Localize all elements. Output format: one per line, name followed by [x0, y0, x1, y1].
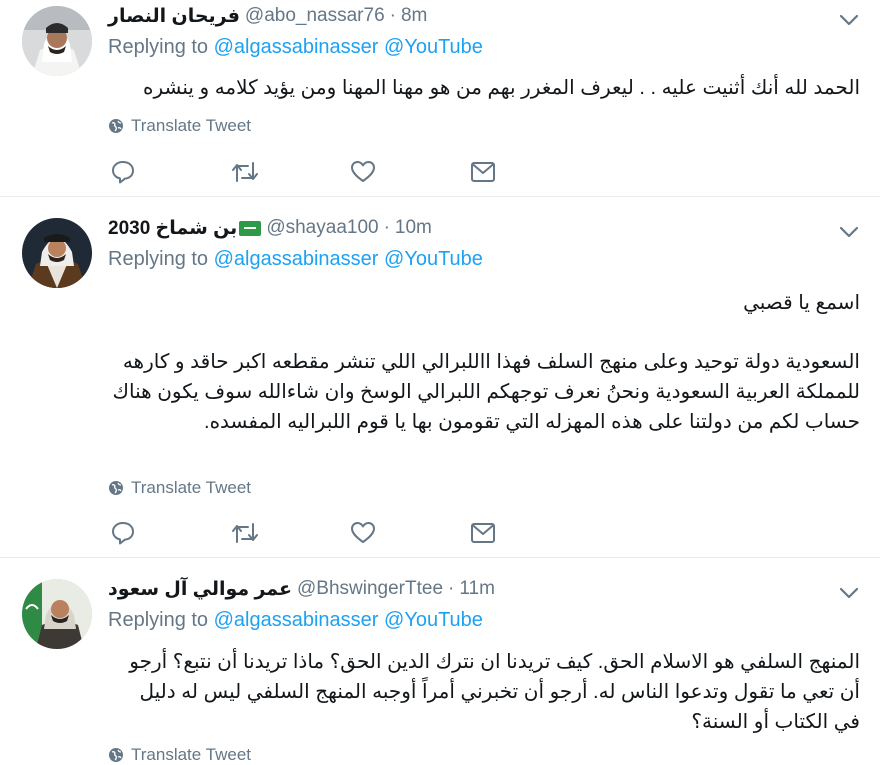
- username[interactable]: @shayaa100: [266, 217, 378, 239]
- timestamp[interactable]: 8m: [401, 5, 427, 27]
- username[interactable]: @BhswingerTtee: [297, 578, 443, 600]
- retweet-button[interactable]: [230, 519, 350, 547]
- mail-icon: [470, 522, 496, 544]
- mention-link[interactable]: @algassabinasser: [214, 36, 379, 58]
- tweet-header: فريحان النصار @abo_nassar76 · 8m: [108, 3, 427, 29]
- username[interactable]: @abo_nassar76: [245, 5, 385, 27]
- replying-to: Replying to @algassabinasser @YouTube: [108, 248, 483, 271]
- replying-to-label: Replying to: [108, 248, 209, 270]
- display-name[interactable]: عمر موالي آل سعود: [108, 578, 292, 601]
- timestamp[interactable]: 10m: [395, 217, 432, 239]
- like-button[interactable]: [350, 519, 470, 547]
- mention-link[interactable]: @YouTube: [384, 248, 483, 270]
- translate-tweet-label: Translate Tweet: [131, 478, 252, 497]
- globe-icon: [108, 118, 124, 134]
- avatar[interactable]: [22, 579, 92, 649]
- avatar[interactable]: [22, 218, 92, 288]
- mention-link[interactable]: @algassabinasser: [214, 609, 379, 631]
- replying-to: Replying to @algassabinasser @YouTube: [108, 609, 483, 632]
- globe-icon: [108, 747, 124, 763]
- chevron-down-icon[interactable]: [838, 224, 860, 240]
- reply-icon: [110, 520, 136, 546]
- tweet[interactable]: بن شماخ 2030 @shayaa100 · 10m Replying t…: [0, 212, 880, 558]
- translate-tweet-link[interactable]: Translate Tweet: [108, 745, 251, 765]
- translate-tweet-label: Translate Tweet: [131, 116, 252, 135]
- display-name[interactable]: فريحان النصار: [108, 5, 240, 28]
- separator: ·: [448, 578, 455, 599]
- reply-button[interactable]: [110, 158, 230, 186]
- timestamp[interactable]: 11m: [459, 578, 495, 600]
- avatar[interactable]: [22, 6, 92, 76]
- retweet-button[interactable]: [230, 158, 350, 186]
- heart-icon: [350, 520, 376, 546]
- tweet[interactable]: فريحان النصار @abo_nassar76 · 8m Replyin…: [0, 0, 880, 197]
- tweet-text: المنهج السلفي هو الاسلام الحق. كيف تريدن…: [129, 651, 860, 733]
- retweet-icon: [230, 520, 260, 546]
- mention-link[interactable]: @algassabinasser: [214, 248, 379, 270]
- tweet-header: عمر موالي آل سعود @BhswingerTtee · 11m: [108, 576, 495, 602]
- separator: ·: [383, 217, 390, 238]
- translate-tweet-label: Translate Tweet: [131, 745, 252, 764]
- reply-icon: [110, 159, 136, 185]
- tweet-header: بن شماخ 2030 @shayaa100 · 10m: [108, 215, 432, 241]
- display-name[interactable]: بن شماخ 2030: [108, 217, 237, 240]
- separator: ·: [389, 5, 396, 26]
- retweet-icon: [230, 159, 260, 185]
- translate-tweet-link[interactable]: Translate Tweet: [108, 478, 251, 498]
- direct-message-button[interactable]: [470, 158, 590, 186]
- tweet[interactable]: عمر موالي آل سعود @BhswingerTtee · 11m R…: [0, 573, 880, 764]
- saudi-flag-icon: [239, 220, 262, 236]
- translate-tweet-link[interactable]: Translate Tweet: [108, 116, 251, 136]
- tweet-text: اسمع يا قصبي: [743, 292, 860, 314]
- tweet-actions: [110, 158, 590, 186]
- chevron-down-icon[interactable]: [838, 585, 860, 601]
- mention-link[interactable]: @YouTube: [384, 609, 483, 631]
- replying-to-label: Replying to: [108, 36, 209, 58]
- direct-message-button[interactable]: [470, 519, 590, 547]
- replying-to: Replying to @algassabinasser @YouTube: [108, 36, 483, 59]
- globe-icon: [108, 480, 124, 496]
- mention-link[interactable]: @YouTube: [384, 36, 483, 58]
- chevron-down-icon[interactable]: [838, 12, 860, 28]
- tweet-actions: [110, 519, 590, 547]
- like-button[interactable]: [350, 158, 470, 186]
- heart-icon: [350, 159, 376, 185]
- tweet-text: الحمد لله أنك أثنيت عليه . . ليعرف المغر…: [142, 77, 860, 99]
- replying-to-label: Replying to: [108, 609, 209, 631]
- mail-icon: [470, 161, 496, 183]
- tweet-text-paragraph: السعودية دولة توحيد وعلى منهج السلف فهذا…: [112, 351, 861, 433]
- reply-button[interactable]: [110, 519, 230, 547]
